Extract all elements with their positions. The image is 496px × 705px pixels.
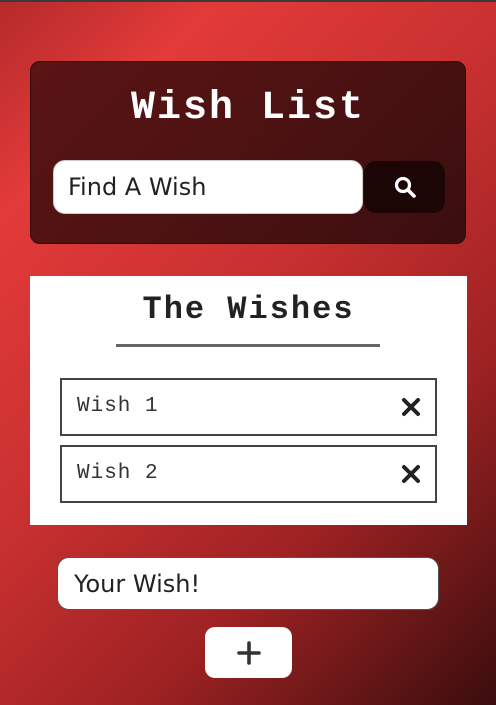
wish-label: Wish 2 <box>77 462 159 485</box>
header-panel: Wish List <box>30 61 466 244</box>
title-divider <box>116 344 380 347</box>
close-icon[interactable] <box>401 464 421 484</box>
search-input[interactable] <box>53 160 363 214</box>
wish-item: Wish 1 <box>60 378 437 436</box>
new-wish-input[interactable] <box>57 557 439 610</box>
top-border <box>0 0 496 2</box>
wishes-card: The Wishes Wish 1 Wish 2 <box>30 276 467 525</box>
wish-label: Wish 1 <box>77 395 159 418</box>
wishes-title: The Wishes <box>142 291 355 328</box>
add-wish-button[interactable] <box>205 627 292 678</box>
plus-icon <box>236 640 261 665</box>
wish-item: Wish 2 <box>60 445 437 503</box>
search-button[interactable] <box>364 161 445 213</box>
close-icon[interactable] <box>401 397 421 417</box>
app-title: Wish List <box>130 86 366 131</box>
search-icon <box>394 176 416 198</box>
